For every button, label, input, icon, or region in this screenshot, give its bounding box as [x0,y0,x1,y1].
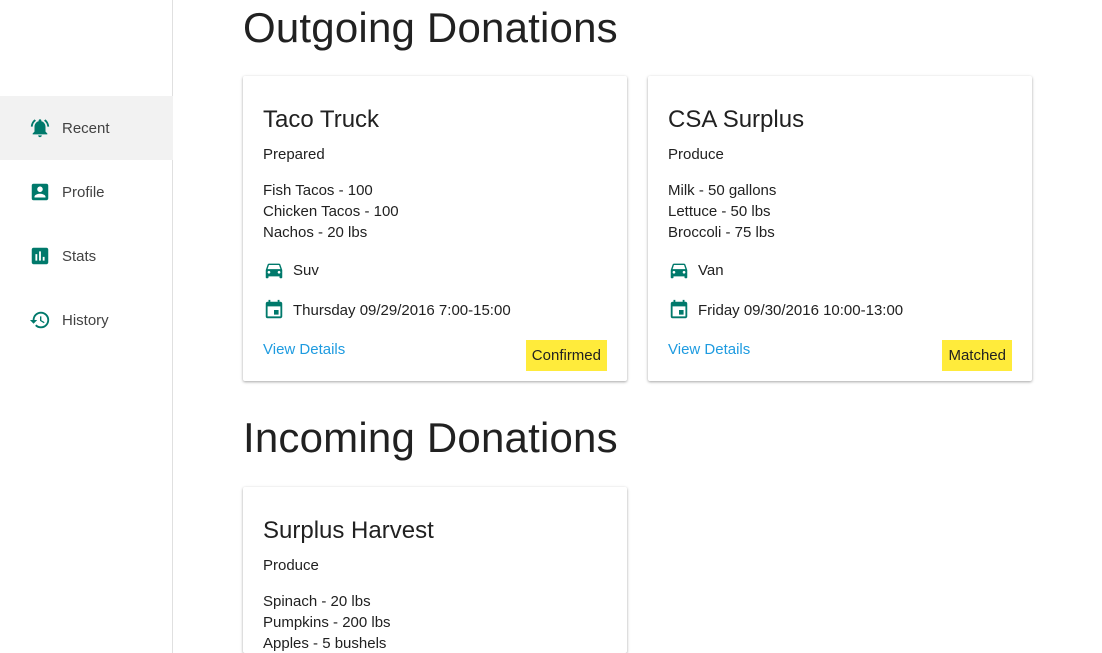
schedule-label: Friday 09/30/2016 10:00-13:00 [698,301,904,319]
donation-card: Taco Truck Prepared Fish Tacos - 100 Chi… [243,76,627,381]
card-item-list: Spinach - 20 lbs Pumpkins - 200 lbs Appl… [263,591,391,653]
calendar-icon [670,299,688,319]
vehicle-row: Van [668,259,724,281]
sidebar-item-label: Profile [62,183,105,201]
outgoing-section-title: Outgoing Donations [243,4,618,51]
list-item: Lettuce - 50 lbs [668,203,771,220]
status-badge: Matched [942,340,1012,371]
card-title: Taco Truck [263,106,380,133]
view-details-link[interactable]: View Details [263,341,345,358]
list-item: Fish Tacos - 100 [263,182,373,199]
sidebar-item-profile[interactable]: Profile [0,160,173,224]
sidebar-item-recent[interactable]: Recent [0,96,173,160]
sidebar: Recent Profile Stats History [0,0,173,653]
schedule-row: Friday 09/30/2016 10:00-13:00 [668,299,903,321]
car-icon [670,263,688,279]
vehicle-label: Van [698,261,724,279]
incoming-section-title: Incoming Donations [243,414,618,461]
vehicle-label: Suv [293,261,319,279]
list-item: Nachos - 20 lbs [263,224,368,241]
donation-card: CSA Surplus Produce Milk - 50 gallons Le… [648,76,1032,381]
card-category: Produce [263,557,319,574]
sidebar-item-stats[interactable]: Stats [0,224,173,288]
view-details-link[interactable]: View Details [668,341,750,358]
calendar-icon [265,299,283,319]
card-category: Produce [668,146,724,163]
list-item: Spinach - 20 lbs [263,593,371,610]
schedule-row: Thursday 09/29/2016 7:00-15:00 [263,299,511,321]
card-title: Surplus Harvest [263,517,434,544]
donation-card: Surplus Harvest Produce Spinach - 20 lbs… [243,487,627,653]
car-icon [265,263,283,279]
alarm-bell-icon [29,117,51,139]
list-item: Apples - 5 bushels [263,635,387,652]
sidebar-nav: Recent Profile Stats History [0,96,173,352]
card-item-list: Fish Tacos - 100 Chicken Tacos - 100 Nac… [263,180,399,243]
list-item: Pumpkins - 200 lbs [263,614,391,631]
sidebar-item-label: History [62,311,109,329]
list-item: Milk - 50 gallons [668,182,777,199]
history-icon [29,309,51,331]
main-content: Outgoing Donations Taco Truck Prepared F… [243,0,1083,653]
card-item-list: Milk - 50 gallons Lettuce - 50 lbs Brocc… [668,180,776,243]
sidebar-item-label: Recent [62,119,110,137]
card-category: Prepared [263,146,325,163]
vehicle-row: Suv [263,259,319,281]
status-badge: Confirmed [525,340,607,371]
sidebar-item-label: Stats [62,247,97,265]
bar-chart-icon [29,245,51,267]
list-item: Broccoli - 75 lbs [668,224,775,241]
schedule-label: Thursday 09/29/2016 7:00-15:00 [293,301,511,319]
sidebar-item-history[interactable]: History [0,288,173,352]
list-item: Chicken Tacos - 100 [263,203,399,220]
card-title: CSA Surplus [668,106,805,133]
account-box-icon [29,181,51,203]
